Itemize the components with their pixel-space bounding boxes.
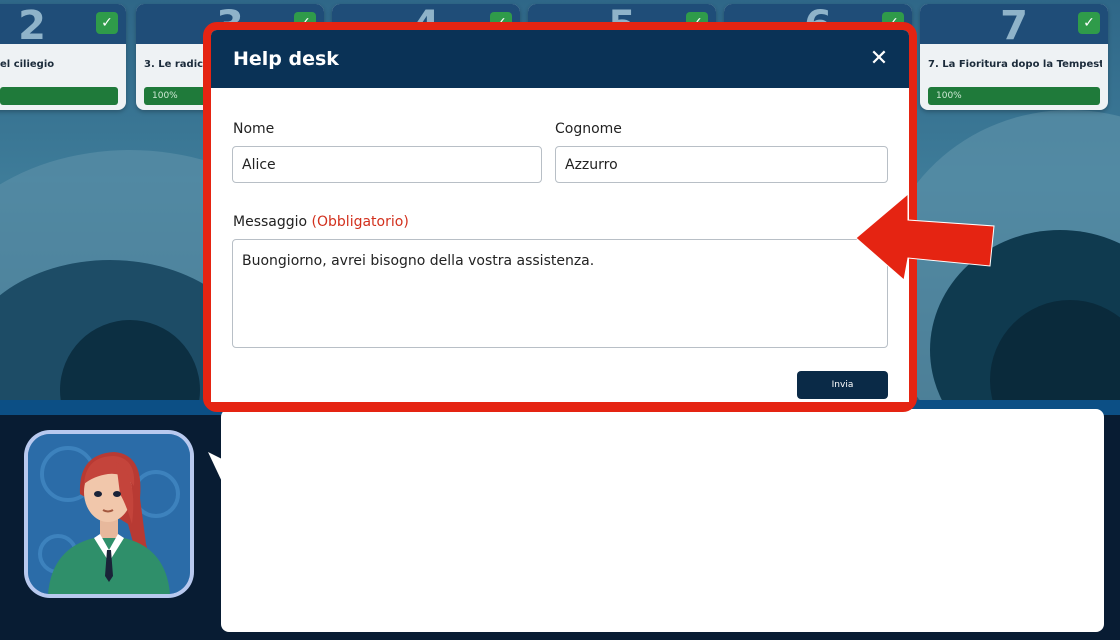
speech-bubble xyxy=(221,409,1104,632)
close-icon[interactable]: ✕ xyxy=(869,47,889,71)
check-icon: ✓ xyxy=(96,12,118,34)
arrow-left-icon xyxy=(855,192,995,281)
card-header: 7 ✓ xyxy=(920,4,1108,48)
card-number: 2 xyxy=(18,4,46,49)
chapter-card-2[interactable]: 2 ✓ el ciliegio xyxy=(0,4,126,110)
first-name-input[interactable] xyxy=(232,146,542,183)
first-name-label: Nome xyxy=(233,121,275,137)
message-label-text: Messaggio xyxy=(233,214,308,230)
chapter-card-7[interactable]: 7 ✓ 7. La Fioritura dopo la Tempesta 100… xyxy=(920,4,1108,110)
progress-bar xyxy=(0,87,118,105)
help-desk-modal: Help desk ✕ Nome Cognome Messaggio (Obbl… xyxy=(211,30,909,402)
card-title: 7. La Fioritura dopo la Tempesta xyxy=(928,59,1102,70)
avatar xyxy=(28,434,190,594)
card-title: el ciliegio xyxy=(0,59,55,70)
card-header: 2 ✓ xyxy=(0,4,126,48)
submit-button[interactable]: Invia xyxy=(797,371,888,399)
modal-header: Help desk ✕ xyxy=(211,30,909,88)
message-label: Messaggio (Obbligatorio) xyxy=(233,213,409,231)
character-portrait xyxy=(28,434,190,594)
last-name-input[interactable] xyxy=(555,146,888,183)
modal-title: Help desk xyxy=(233,48,339,70)
progress-bar: 100% xyxy=(928,87,1100,105)
check-icon: ✓ xyxy=(1078,12,1100,34)
message-textarea[interactable] xyxy=(232,239,888,348)
card-number: 7 xyxy=(1000,4,1028,49)
last-name-label: Cognome xyxy=(555,121,622,137)
avatar-frame xyxy=(24,430,194,598)
required-marker: (Obbligatorio) xyxy=(311,214,409,230)
